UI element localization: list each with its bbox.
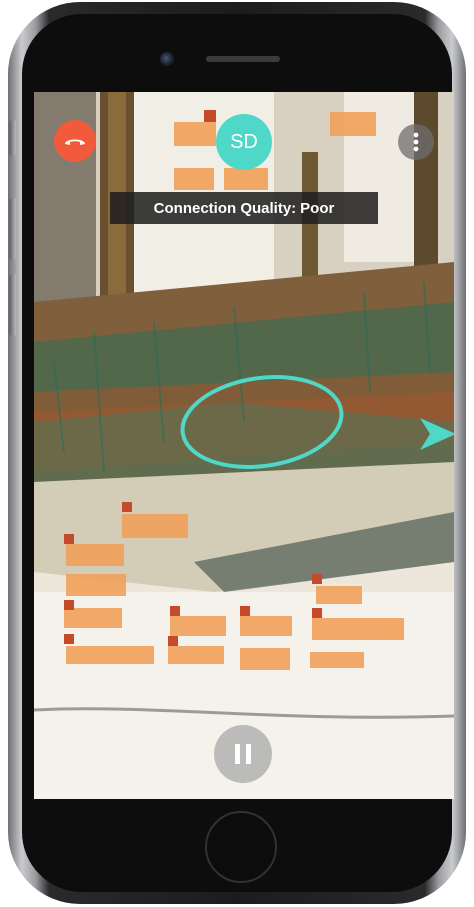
more-vertical-icon [413,132,419,152]
end-call-button[interactable] [54,120,96,162]
home-button[interactable] [205,811,277,883]
volume-up-button [9,198,16,260]
mute-switch [9,120,16,156]
more-options-button[interactable] [398,124,434,160]
volume-down-button [9,274,16,336]
phone-hangup-icon [65,139,85,145]
pause-button[interactable] [214,725,272,783]
front-camera [160,52,174,66]
connection-quality-banner: Connection Quality: Poor [110,192,378,224]
pause-icon [235,744,251,764]
connection-quality-value: Poor [300,199,335,217]
annotation-arrow-icon[interactable] [418,414,454,454]
participant-avatar[interactable]: SD [216,114,272,170]
video-call-screen: SD Connection Quality: Poor [34,92,454,799]
earpiece-speaker [206,56,280,62]
avatar-initials: SD [230,130,258,153]
connection-quality-label: Connection Quality: [153,199,297,217]
